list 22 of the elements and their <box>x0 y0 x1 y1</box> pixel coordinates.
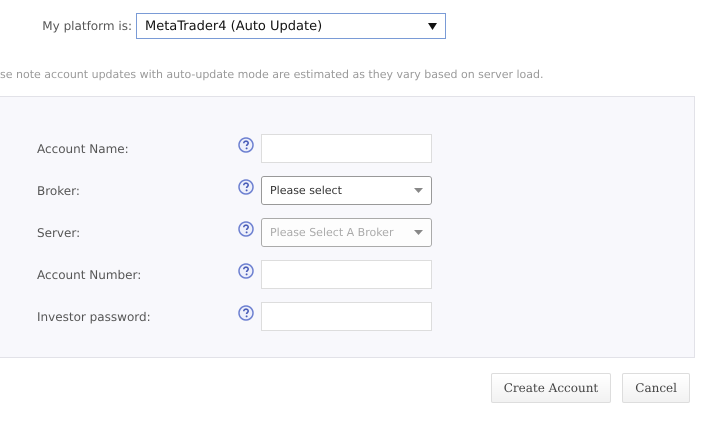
field-label: Broker: <box>36 184 81 198</box>
field-label: Account Name: <box>36 142 130 156</box>
help-icon[interactable] <box>238 262 254 278</box>
text-field[interactable] <box>261 134 432 163</box>
text-field[interactable] <box>261 302 432 331</box>
text-field[interactable] <box>261 260 432 289</box>
field-label: Investor password: <box>36 310 152 324</box>
help-icon[interactable] <box>238 220 254 236</box>
action-button[interactable]: Create Account <box>490 373 612 403</box>
platform-dropdown[interactable]: MetaTrader4 (Auto Update) <box>136 13 446 39</box>
help-icon[interactable] <box>238 136 254 152</box>
caret-icon <box>428 22 437 30</box>
select-dropdown[interactable]: Please select <box>261 176 432 205</box>
field-label: Server: <box>36 226 82 240</box>
caret-icon <box>414 230 423 235</box>
help-icon[interactable] <box>238 304 254 320</box>
caret-icon <box>414 188 423 193</box>
platform-label: My platform is: <box>41 19 132 33</box>
action-button[interactable]: Cancel <box>622 373 690 403</box>
field-label: Account Number: <box>36 268 142 282</box>
help-icon[interactable] <box>238 178 254 194</box>
note-text: se note account updates with auto-update mode are estimated as they vary based on server load. <box>0 68 544 82</box>
